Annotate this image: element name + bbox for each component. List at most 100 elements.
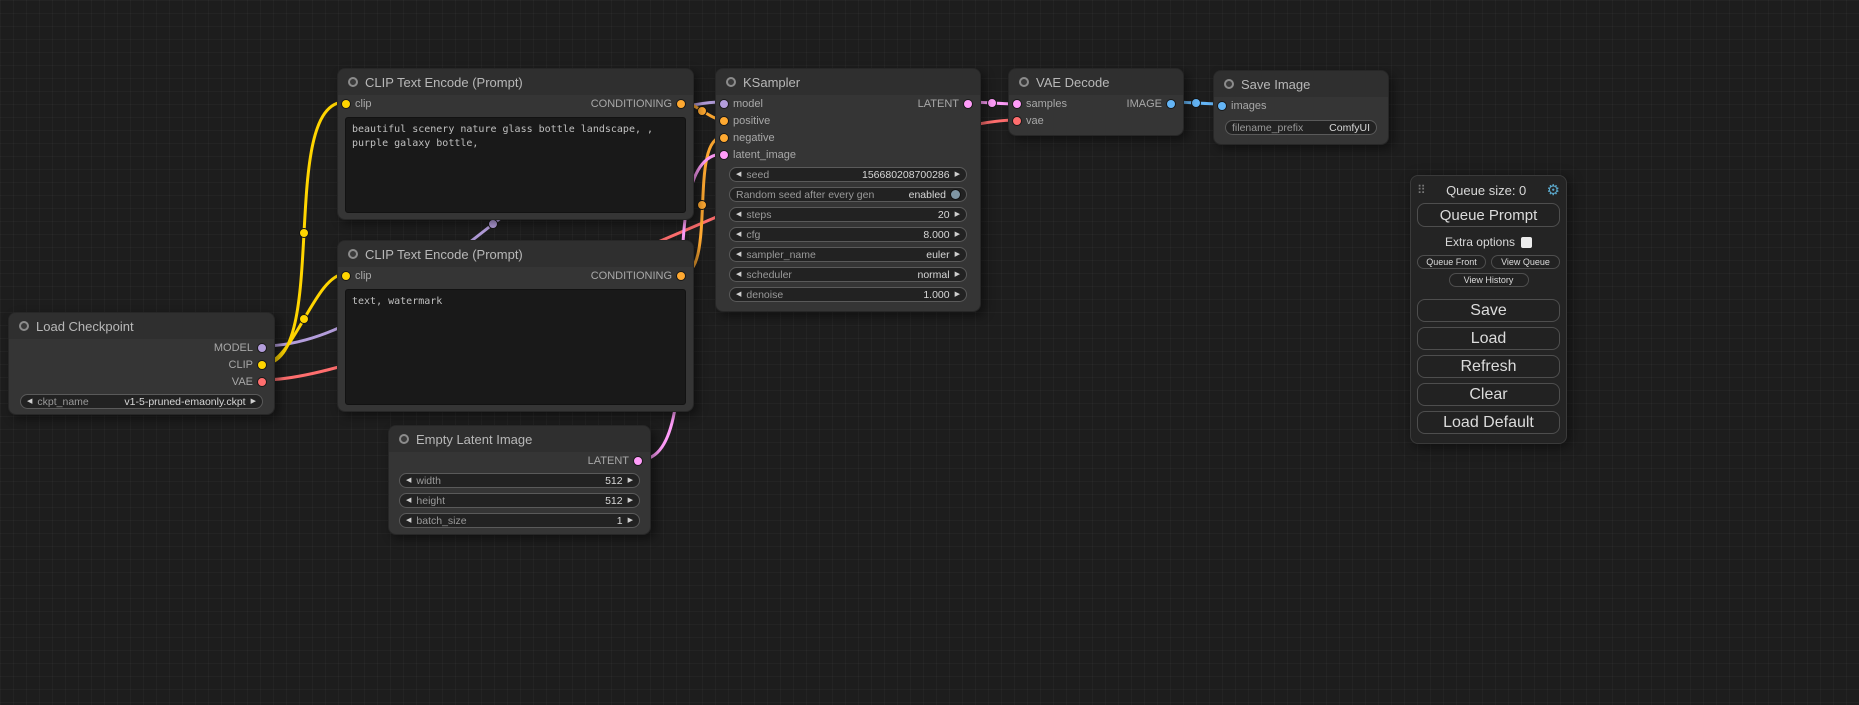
output-label: CONDITIONING <box>591 270 672 282</box>
increment-arrow-icon[interactable]: ▶ <box>251 398 256 405</box>
collapse-dot-icon[interactable] <box>726 77 736 87</box>
input-slot-images[interactable] <box>1218 102 1226 110</box>
output-slot-vae[interactable] <box>258 378 266 386</box>
widget-seed[interactable]: ◀ seed 156680208700286 ▶ <box>729 167 967 182</box>
widget-denoise[interactable]: ◀ denoise 1.000 ▶ <box>729 287 967 302</box>
toggle-knob-icon[interactable] <box>951 190 960 199</box>
widget-random-seed-toggle[interactable]: Random seed after every gen enabled <box>729 187 967 202</box>
widget-value: euler <box>926 249 949 261</box>
node-title-bar[interactable]: Empty Latent Image <box>389 426 650 452</box>
input-label: samples <box>1026 98 1067 110</box>
decrement-arrow-icon[interactable]: ◀ <box>736 231 741 238</box>
queue-front-button[interactable]: Queue Front <box>1417 255 1486 269</box>
queue-prompt-button[interactable]: Queue Prompt <box>1417 203 1560 227</box>
node-title-bar[interactable]: CLIP Text Encode (Prompt) <box>338 69 693 95</box>
node-title-bar[interactable]: Load Checkpoint <box>9 313 274 339</box>
output-slot-conditioning[interactable] <box>677 272 685 280</box>
decrement-arrow-icon[interactable]: ◀ <box>406 517 411 524</box>
widget-label: scheduler <box>746 269 792 281</box>
decrement-arrow-icon[interactable]: ◀ <box>736 171 741 178</box>
node-load-checkpoint[interactable]: Load Checkpoint MODEL CLIP VAE ◀ ckpt_na… <box>8 312 275 415</box>
input-label: model <box>733 98 763 110</box>
collapse-dot-icon[interactable] <box>348 77 358 87</box>
output-slot-image[interactable] <box>1167 100 1175 108</box>
prompt-textarea[interactable]: text, watermark <box>345 289 686 405</box>
widget-sampler-name[interactable]: ◀ sampler_name euler ▶ <box>729 247 967 262</box>
widget-scheduler[interactable]: ◀ scheduler normal ▶ <box>729 267 967 282</box>
decrement-arrow-icon[interactable]: ◀ <box>736 251 741 258</box>
output-slot-model[interactable] <box>258 344 266 352</box>
input-slot-clip[interactable] <box>342 100 350 108</box>
collapse-dot-icon[interactable] <box>1019 77 1029 87</box>
node-empty-latent-image[interactable]: Empty Latent Image LATENT ◀ width 512 ▶ … <box>388 425 651 535</box>
decrement-arrow-icon[interactable]: ◀ <box>27 398 32 405</box>
decrement-arrow-icon[interactable]: ◀ <box>736 291 741 298</box>
decrement-arrow-icon[interactable]: ◀ <box>406 497 411 504</box>
increment-arrow-icon[interactable]: ▶ <box>955 291 960 298</box>
node-save-image[interactable]: Save Image images filename_prefix ComfyU… <box>1213 70 1389 145</box>
graph-canvas[interactable]: Load Checkpoint MODEL CLIP VAE ◀ ckpt_na… <box>0 0 1859 705</box>
input-slot-clip[interactable] <box>342 272 350 280</box>
prompt-textarea[interactable]: beautiful scenery nature glass bottle la… <box>345 117 686 213</box>
widget-height[interactable]: ◀ height 512 ▶ <box>399 493 640 508</box>
increment-arrow-icon[interactable]: ▶ <box>955 211 960 218</box>
wire-midpoint-dot <box>489 220 498 229</box>
load-default-button[interactable]: Load Default <box>1417 411 1560 434</box>
collapse-dot-icon[interactable] <box>1224 79 1234 89</box>
widget-batch-size[interactable]: ◀ batch_size 1 ▶ <box>399 513 640 528</box>
decrement-arrow-icon[interactable]: ◀ <box>736 271 741 278</box>
widget-label: width <box>416 475 441 487</box>
widget-steps[interactable]: ◀ steps 20 ▶ <box>729 207 967 222</box>
input-slot-samples[interactable] <box>1013 100 1021 108</box>
clear-button[interactable]: Clear <box>1417 383 1560 406</box>
drag-handle-icon[interactable]: ⠿ <box>1417 183 1426 197</box>
extra-options-checkbox[interactable] <box>1521 237 1532 248</box>
refresh-button[interactable]: Refresh <box>1417 355 1560 378</box>
view-queue-button[interactable]: View Queue <box>1491 255 1560 269</box>
decrement-arrow-icon[interactable]: ◀ <box>736 211 741 218</box>
slot-row: samples IMAGE <box>1009 95 1183 112</box>
load-button[interactable]: Load <box>1417 327 1560 350</box>
increment-arrow-icon[interactable]: ▶ <box>955 231 960 238</box>
node-title-bar[interactable]: CLIP Text Encode (Prompt) <box>338 241 693 267</box>
collapse-dot-icon[interactable] <box>19 321 29 331</box>
increment-arrow-icon[interactable]: ▶ <box>628 517 633 524</box>
increment-arrow-icon[interactable]: ▶ <box>628 497 633 504</box>
collapse-dot-icon[interactable] <box>399 434 409 444</box>
settings-gear-icon[interactable]: ⚙ <box>1547 183 1560 198</box>
output-slot-latent[interactable] <box>634 457 642 465</box>
widget-ckpt-name[interactable]: ◀ ckpt_name v1-5-pruned-emaonly.ckpt ▶ <box>20 394 263 409</box>
increment-arrow-icon[interactable]: ▶ <box>955 271 960 278</box>
widget-label: Random seed after every gen <box>736 189 874 201</box>
input-slot-latent-image[interactable] <box>720 151 728 159</box>
input-slot-positive[interactable] <box>720 117 728 125</box>
input-slot-negative[interactable] <box>720 134 728 142</box>
node-title-bar[interactable]: VAE Decode <box>1009 69 1183 95</box>
collapse-dot-icon[interactable] <box>348 249 358 259</box>
node-clip-text-encode-negative[interactable]: CLIP Text Encode (Prompt) clip CONDITION… <box>337 240 694 412</box>
widget-width[interactable]: ◀ width 512 ▶ <box>399 473 640 488</box>
queue-panel[interactable]: ⠿ Queue size: 0 ⚙ Queue Prompt Extra opt… <box>1410 175 1567 444</box>
increment-arrow-icon[interactable]: ▶ <box>955 251 960 258</box>
node-title-bar[interactable]: Save Image <box>1214 71 1388 97</box>
input-label: negative <box>733 132 775 144</box>
wire-midpoint-dot <box>300 229 309 238</box>
view-history-button[interactable]: View History <box>1449 273 1529 287</box>
node-ksampler[interactable]: KSampler model LATENT positive negative <box>715 68 981 312</box>
output-slot-latent[interactable] <box>964 100 972 108</box>
node-clip-text-encode-positive[interactable]: CLIP Text Encode (Prompt) clip CONDITION… <box>337 68 694 220</box>
output-label: MODEL <box>214 342 253 354</box>
node-title-bar[interactable]: KSampler <box>716 69 980 95</box>
increment-arrow-icon[interactable]: ▶ <box>628 477 633 484</box>
decrement-arrow-icon[interactable]: ◀ <box>406 477 411 484</box>
input-slot-vae[interactable] <box>1013 117 1021 125</box>
save-button[interactable]: Save <box>1417 299 1560 322</box>
node-vae-decode[interactable]: VAE Decode samples IMAGE vae <box>1008 68 1184 136</box>
output-slot-clip[interactable] <box>258 361 266 369</box>
widget-cfg[interactable]: ◀ cfg 8.000 ▶ <box>729 227 967 242</box>
output-slot-conditioning[interactable] <box>677 100 685 108</box>
widget-filename-prefix[interactable]: filename_prefix ComfyUI <box>1225 120 1377 135</box>
increment-arrow-icon[interactable]: ▶ <box>955 171 960 178</box>
input-slot-model[interactable] <box>720 100 728 108</box>
widget-value: 512 <box>605 475 623 487</box>
